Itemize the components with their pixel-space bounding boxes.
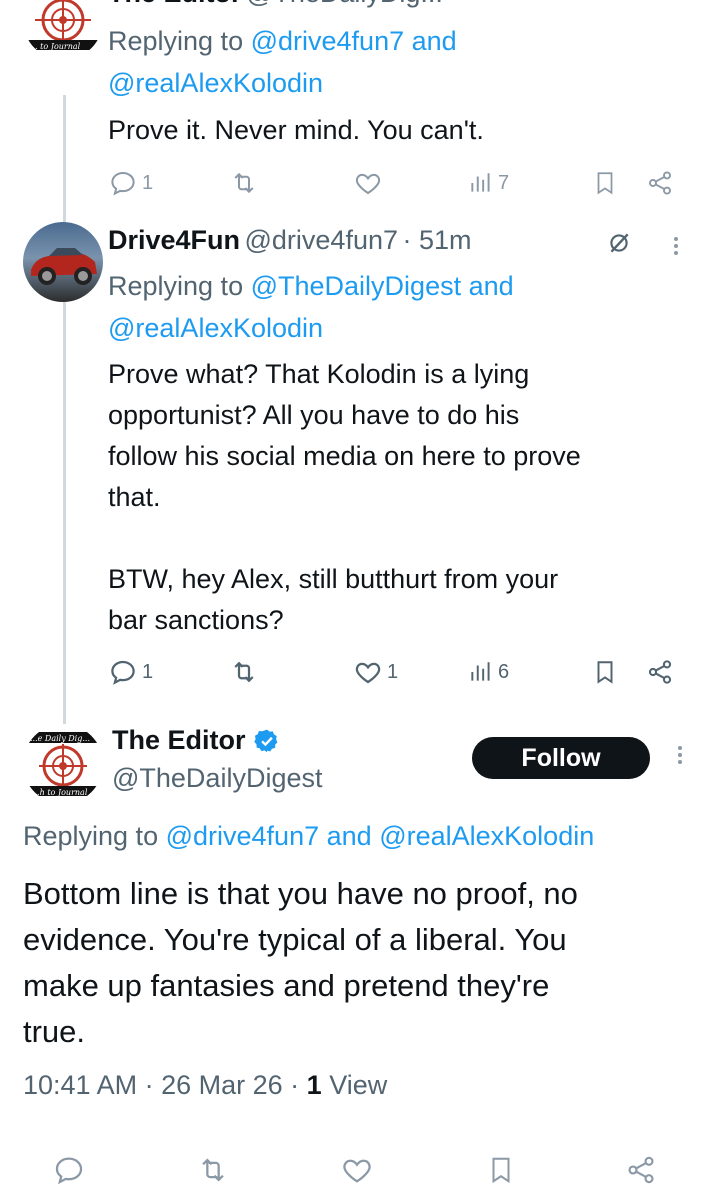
crosshair-logo-icon [28,0,98,50]
heart-icon [355,173,381,195]
repost-button[interactable] [228,652,260,692]
repost-button[interactable] [228,163,260,203]
views-button[interactable]: 7 [468,163,509,203]
share-icon [649,171,671,195]
avatar[interactable] [23,0,103,60]
avatar-caption: ...h to Journal [32,788,88,797]
verified-badge-icon [253,729,277,752]
grok-button[interactable] [606,228,632,263]
avatar-caption: ...e Daily Dig... [30,734,90,743]
views-icon [471,662,490,681]
mention-link[interactable]: @TheDailyDigest [251,271,461,301]
share-icon [648,660,672,684]
car-photo-icon [31,248,97,285]
grok-icon [610,233,629,253]
share-icon [628,1156,654,1184]
bookmark-button[interactable] [592,652,618,692]
replying-to: Replying to @drive4fun7 and @realAlexKol… [23,815,713,857]
reply-button[interactable]: 1 [108,652,153,692]
bookmark-button[interactable] [592,163,618,203]
bookmark-button[interactable] [486,1150,516,1190]
thread-line [63,302,66,724]
mention-link[interactable]: @drive4fun7 [251,26,405,56]
author-handle[interactable]: @TheDailyDig... [246,0,443,8]
tweet-text: Bottom line is that you have no proof, n… [23,876,578,1049]
views-icon [471,173,490,192]
views-button[interactable]: 6 [468,652,509,692]
reply-icon [111,171,135,196]
share-button[interactable] [646,163,674,203]
repost-icon [234,661,254,683]
bookmark-icon [597,172,613,195]
author-handle[interactable]: @TheDailyDigest [112,763,322,794]
repost-icon [234,172,254,194]
reply-button[interactable]: 1 [108,163,153,203]
action-bar [0,1150,713,1190]
bookmark-icon [492,1157,510,1184]
more-options-button[interactable] [672,234,680,258]
replying-and[interactable]: and [327,821,372,851]
like-button[interactable] [340,1150,374,1190]
avatar-caption: ... to Journal [30,42,81,51]
replying-to: Replying to @drive4fun7 and @realAlexKol… [108,20,668,104]
view-label: View [329,1070,388,1100]
share-button[interactable] [625,1150,657,1190]
mention-link[interactable]: @realAlexKolodin [379,821,594,851]
avatar[interactable] [23,222,103,302]
heart-icon [355,662,381,684]
replying-to-label: Replying to [23,821,159,851]
bookmark-icon [597,661,613,684]
author-handle[interactable]: @drive4fun7 [245,225,399,255]
like-count: 1 [387,660,399,683]
like-button[interactable]: 1 [353,652,398,692]
action-bar: 1 7 [108,163,688,203]
heart-icon [343,1159,371,1183]
thread-line [63,95,66,235]
more-options-button[interactable] [676,743,684,767]
tweet-text: Prove it. Never mind. You can't. [108,115,484,145]
repost-icon [202,1158,224,1182]
like-button[interactable] [353,163,383,203]
tweet-time[interactable]: · 51m [402,225,471,255]
mention-link[interactable]: @drive4fun7 [166,821,320,851]
tweet-meta: 10:41 AM · 26 Mar 26 · 1 View [23,1070,387,1101]
view-count: 1 [306,1070,322,1100]
repost-button[interactable] [195,1150,231,1190]
tweet-header: Drive4Fun @drive4fun7 · 51m [108,225,471,256]
tweet-header: The Editor @TheDailyDig... [108,0,443,9]
mention-link[interactable]: @realAlexKolodin [108,68,323,98]
tweet-text: Prove what? That Kolodin is a lying oppo… [108,359,581,635]
replying-and[interactable]: and [412,26,457,56]
replying-and[interactable]: and [469,271,514,301]
mention-link[interactable]: @realAlexKolodin [108,313,323,343]
reply-count: 1 [142,171,154,194]
view-count: 7 [498,171,510,194]
action-bar: 1 1 6 [108,652,688,692]
replying-to-label: Replying to [108,271,244,301]
replying-to: Replying to @TheDailyDigest and @realAle… [108,265,688,349]
tweet-header: The Editor [112,725,280,756]
author-name[interactable]: The Editor [108,0,242,8]
author-name[interactable]: The Editor [112,725,246,756]
tweet-timestamp[interactable]: 10:41 AM · 26 Mar 26 · [23,1070,299,1100]
author-name[interactable]: Drive4Fun [108,225,240,255]
follow-button[interactable]: Follow [472,737,650,779]
replying-to-label: Replying to [108,26,244,56]
reply-count: 1 [142,660,154,683]
reply-button[interactable] [52,1150,86,1190]
reply-icon [55,1157,83,1185]
view-count: 6 [498,660,510,683]
share-button[interactable] [646,652,674,692]
reply-icon [111,660,135,685]
